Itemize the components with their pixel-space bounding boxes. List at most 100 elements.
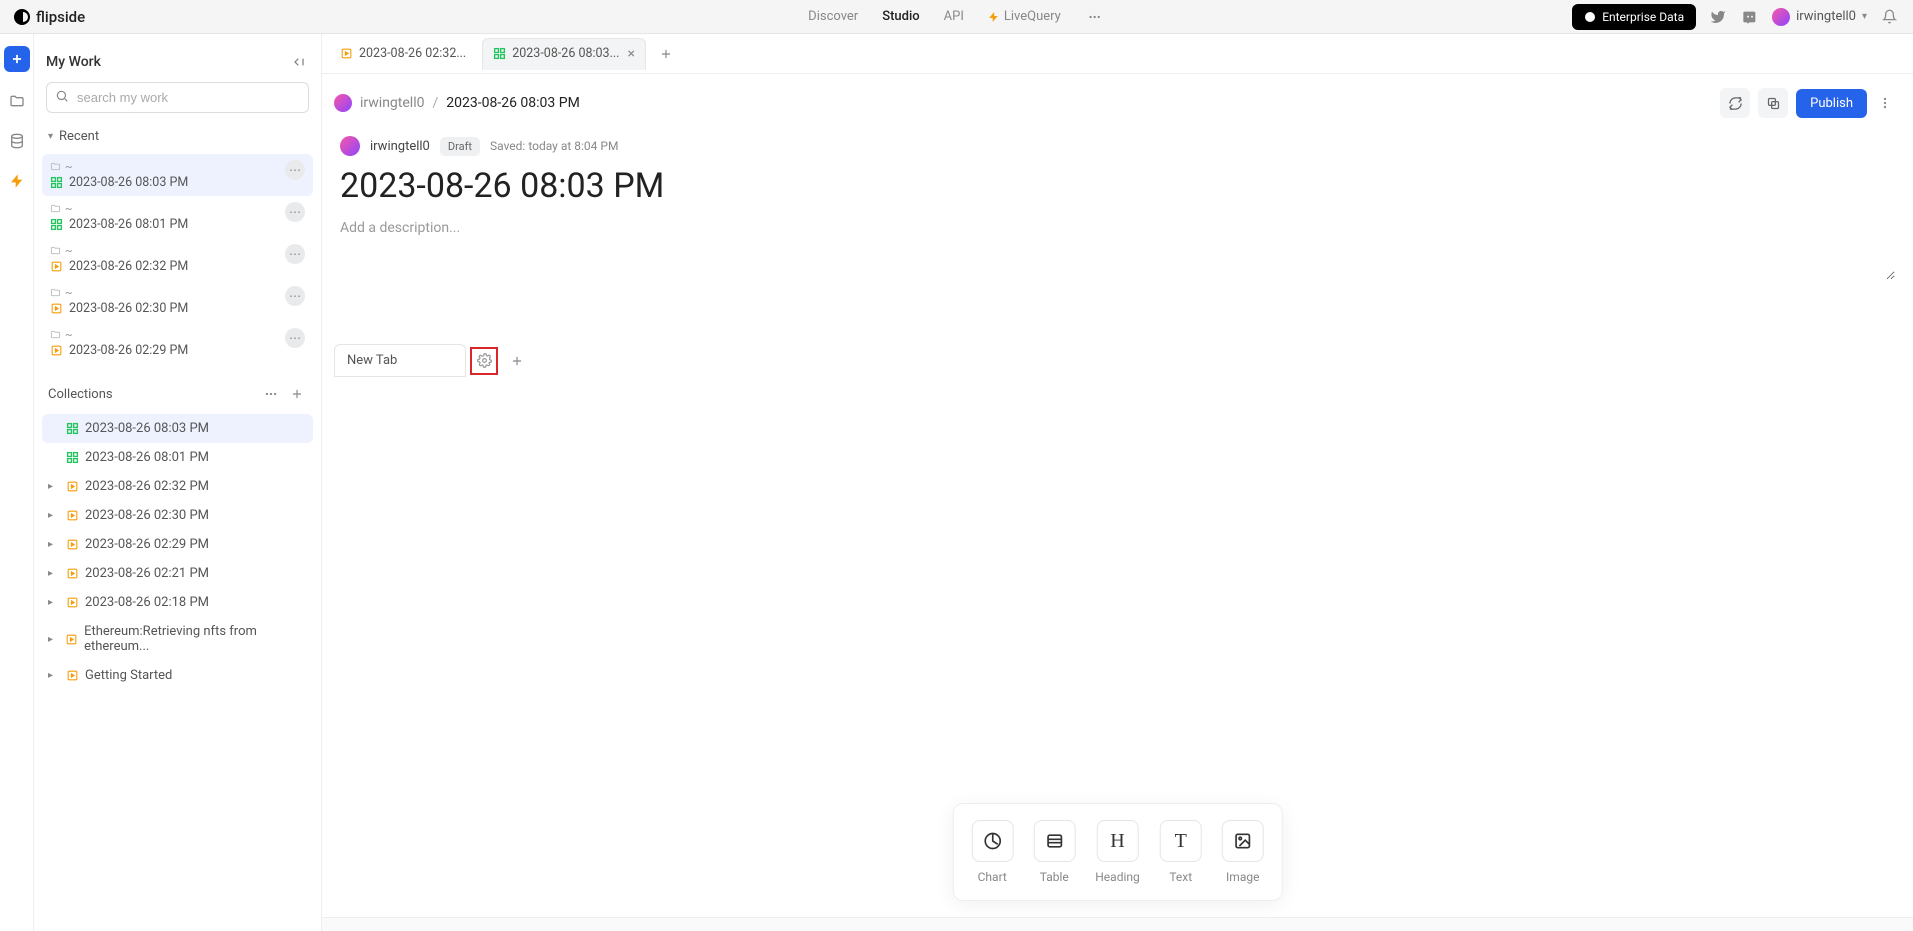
doc-avatar-icon (340, 136, 360, 156)
collection-item[interactable]: 2023-08-26 08:01 PM (42, 443, 313, 472)
collections-header: Collections (42, 372, 313, 406)
doc-title[interactable]: 2023-08-26 08:03 PM (322, 160, 1913, 210)
recent-item[interactable]: ~2023-08-26 02:30 PM⋯ (42, 280, 313, 322)
rail-folder-icon[interactable] (6, 90, 28, 112)
collapse-sidebar-icon[interactable] (289, 52, 309, 72)
doc-user[interactable]: irwingtell0 (370, 139, 430, 154)
doc-tab[interactable]: 2023-08-26 08:03... × (482, 38, 646, 70)
recent-more-icon[interactable]: ⋯ (285, 202, 305, 222)
inner-tab-add-button[interactable] (504, 348, 530, 374)
recent-name: 2023-08-26 08:03 PM (50, 175, 188, 190)
rail-bolt-icon[interactable] (6, 170, 28, 192)
recent-item[interactable]: ~2023-08-26 08:01 PM⋯ (42, 196, 313, 238)
recent-item[interactable]: ~2023-08-26 08:03 PM⋯ (42, 154, 313, 196)
collection-item[interactable]: ▸2023-08-26 02:30 PM (42, 501, 313, 530)
tab-type-icon (493, 47, 506, 60)
recent-more-icon[interactable]: ⋯ (285, 244, 305, 264)
collection-item[interactable]: 2023-08-26 08:03 PM (42, 414, 313, 443)
collection-item[interactable]: ▸2023-08-26 02:18 PM (42, 588, 313, 617)
chevron-right-icon: ▸ (48, 539, 60, 550)
tab-type-icon (340, 47, 353, 60)
collection-item[interactable]: ▸ 2023-08-26 02:29 PM (42, 530, 313, 559)
widget-text[interactable]: T Text (1160, 820, 1202, 884)
refresh-button[interactable] (1720, 88, 1750, 118)
widget-image-label: Image (1226, 870, 1259, 884)
nav-livequery[interactable]: LiveQuery (988, 9, 1061, 24)
nav-studio[interactable]: Studio (882, 9, 919, 24)
top-nav: Discover Studio API LiveQuery (808, 7, 1105, 27)
search-box (46, 82, 309, 113)
chevron-right-icon: ▸ (48, 510, 60, 521)
recent-path: ~ (50, 202, 188, 215)
rail-database-icon[interactable] (6, 130, 28, 152)
rail-add-button[interactable] (4, 46, 30, 72)
widget-image[interactable]: Image (1222, 820, 1264, 884)
recent-path: ~ (50, 286, 188, 299)
search-input[interactable] (46, 82, 309, 113)
draft-badge: Draft (440, 137, 480, 156)
collections-add-icon[interactable] (287, 384, 307, 404)
inner-tabs: New Tab (322, 344, 1913, 377)
recent-item[interactable]: ~2023-08-26 02:29 PM⋯ (42, 322, 313, 364)
breadcrumb: irwingtell0 / 2023-08-26 08:03 PM (334, 94, 580, 112)
collection-type-icon (66, 596, 79, 609)
collection-name: 2023-08-26 02:29 PM (85, 537, 209, 552)
collection-item[interactable]: ▸Getting Started (42, 661, 313, 690)
collection-type-icon (66, 669, 79, 682)
brand-logo[interactable]: flipside (14, 8, 85, 26)
search-icon (55, 89, 69, 103)
recent-section-toggle[interactable]: ▾ Recent (42, 121, 313, 146)
chevron-right-icon: ▸ (48, 670, 60, 681)
nav-api[interactable]: API (944, 9, 964, 24)
breadcrumb-sep: / (432, 95, 438, 111)
recent-more-icon[interactable]: ⋯ (285, 328, 305, 348)
collections-more-icon[interactable] (261, 384, 281, 404)
tab-settings-button[interactable] (470, 347, 498, 375)
recent-path: ~ (50, 244, 188, 257)
chevron-right-icon: ▸ (48, 634, 59, 645)
horizontal-scrollbar[interactable] (322, 917, 1913, 931)
bolt-icon (988, 10, 1000, 24)
widget-table-label: Table (1040, 870, 1069, 884)
collection-item[interactable]: ▸Ethereum:Retrieving nfts from ethereum.… (42, 617, 313, 661)
recent-more-icon[interactable]: ⋯ (285, 160, 305, 180)
recent-more-icon[interactable]: ⋯ (285, 286, 305, 306)
collection-type-icon (66, 422, 79, 435)
nav-discover[interactable]: Discover (808, 9, 858, 24)
copy-button[interactable] (1758, 88, 1788, 118)
more-vertical-icon[interactable] (1875, 93, 1895, 113)
publish-button[interactable]: Publish (1796, 89, 1867, 118)
breadcrumb-user[interactable]: irwingtell0 (360, 95, 424, 111)
collection-type-icon (66, 480, 79, 493)
nav-more-icon[interactable] (1085, 7, 1105, 27)
collection-type-icon (66, 567, 79, 580)
chevron-down-icon: ▾ (1862, 11, 1867, 22)
chevron-right-icon: ▸ (48, 481, 60, 492)
inner-tab-new[interactable]: New Tab (334, 344, 466, 377)
doc-description-input[interactable] (340, 220, 1895, 280)
recent-item[interactable]: ~2023-08-26 02:32 PM⋯ (42, 238, 313, 280)
tab-label: 2023-08-26 08:03... (512, 46, 619, 61)
twitter-icon[interactable] (1708, 7, 1728, 27)
enterprise-button[interactable]: Enterprise Data (1572, 4, 1696, 30)
sidebar-header: My Work (42, 46, 313, 74)
table-icon (1033, 820, 1075, 862)
tab-add-button[interactable] (652, 40, 680, 68)
user-menu[interactable]: irwingtell0 ▾ (1772, 8, 1867, 26)
doc-tab[interactable]: 2023-08-26 02:32... (330, 38, 476, 70)
collection-name: 2023-08-26 08:03 PM (85, 421, 209, 436)
discord-icon[interactable] (1740, 7, 1760, 27)
doc-tabs: 2023-08-26 02:32... 2023-08-26 08:03... × (330, 38, 646, 70)
collection-type-icon (66, 538, 79, 551)
chevron-right-icon: ▸ (48, 568, 60, 579)
widget-chart[interactable]: Chart (971, 820, 1013, 884)
collection-item[interactable]: ▸2023-08-26 02:32 PM (42, 472, 313, 501)
image-icon (1222, 820, 1264, 862)
widget-text-label: Text (1169, 870, 1192, 884)
widget-heading[interactable]: H Heading (1095, 820, 1140, 884)
tab-close-icon[interactable]: × (627, 46, 634, 62)
collection-item[interactable]: ▸2023-08-26 02:21 PM (42, 559, 313, 588)
bell-icon[interactable] (1879, 7, 1899, 27)
sidebar: My Work ▾ Recent ~2023-08-26 08:03 PM⋯~2… (34, 34, 322, 931)
widget-table[interactable]: Table (1033, 820, 1075, 884)
